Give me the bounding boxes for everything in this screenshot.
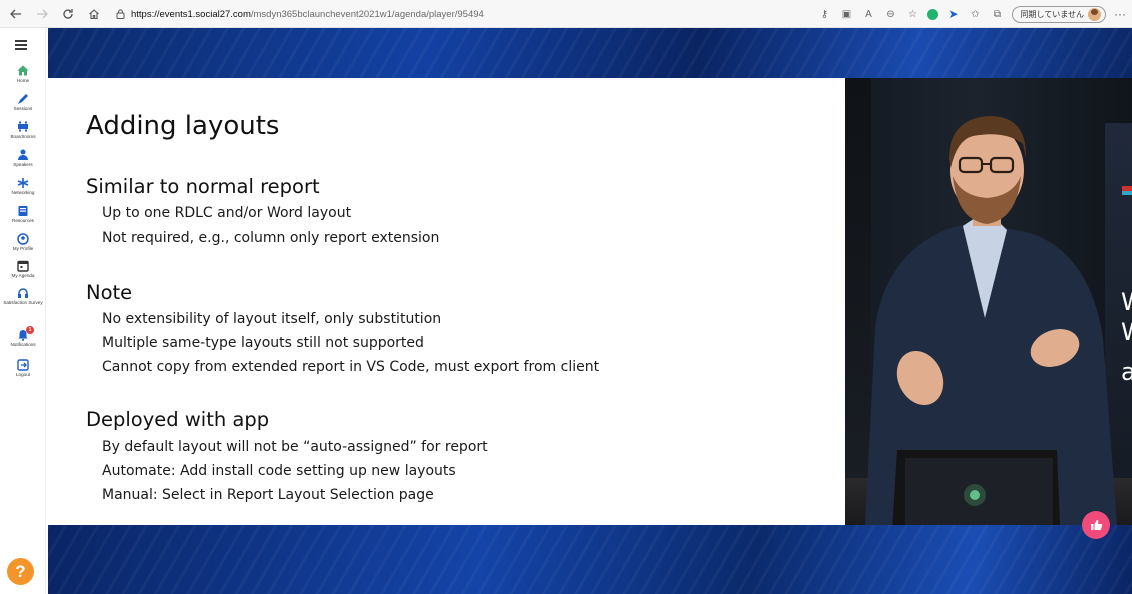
sidebar-item-resources[interactable]: Resources [0,204,46,223]
sidebar-item-label: Logout [15,372,31,377]
back-button[interactable] [6,4,26,24]
section-heading: Deployed with app [86,408,270,431]
sidebar-item-label: My Agenda [11,273,35,278]
boardrooms-icon [17,120,30,133]
notification-count-badge: 1 [26,326,34,334]
more-menu-button[interactable]: ··· [1114,7,1126,21]
refresh-icon [63,8,73,19]
sidebar-item-home[interactable]: Home [0,64,46,83]
url-path: /msdyn365bclaunchevent2021w1/agenda/play… [250,8,484,20]
help-button[interactable]: ? [7,558,34,585]
bullet-item: By default layout will not be “auto-assi… [102,439,488,455]
sidebar-item-my-agenda[interactable]: My Agenda [0,259,46,278]
back-arrow-icon [10,9,21,18]
bullet-item: Cannot copy from extended report in VS C… [102,359,600,375]
key-icon[interactable]: ⚷ [817,7,831,21]
video-player[interactable]: Adding layouts Similar to normal report … [48,28,1132,594]
sidebar-item-label: Sessions [13,106,33,111]
like-button[interactable] [1082,511,1110,539]
forward-arrow-icon [37,9,48,18]
svg-text:a: a [1121,358,1132,386]
sidebar-item-label: My Profile [12,246,34,251]
bullet-item: Not required, e.g., column only report e… [102,230,440,246]
bullet-item: Up to one RDLC and/or Word layout [102,205,352,221]
avatar [1088,7,1101,21]
svg-text:W: W [1121,288,1132,316]
sidebar-item-speakers[interactable]: Speakers [0,148,46,167]
speakers-icon [17,148,30,161]
bullet-item: No extensibility of layout itself, only … [102,311,442,327]
bottom-banner [48,525,1132,594]
hamburger-menu-icon[interactable] [15,40,27,50]
sidebar-item-label: Satisfaction Survey [3,300,43,305]
favorites-icon[interactable]: ✩ [968,7,982,21]
read-aloud-icon[interactable]: A [861,7,875,21]
sidebar-item-label: Speakers [13,162,33,167]
svg-text:W: W [1121,318,1132,346]
home-button[interactable] [84,4,104,24]
zoom-icon[interactable]: ⊖ [883,7,897,21]
logout-icon [17,358,30,371]
presenter-figure: W W a [865,116,1132,525]
bullet-item: Automate: Add install code setting up ne… [102,463,456,479]
toolbar-actions: ⚷ ▣ A ⊖ ☆ ➤ ✩ ⧉ 同期していません ··· [817,4,1126,24]
agenda-icon [17,259,30,272]
bullet-item: Multiple same-type layouts still not sup… [102,335,424,351]
home-icon [17,64,30,77]
slide-title: Adding layouts [86,111,280,141]
favorite-add-icon[interactable]: ☆ [905,7,919,21]
extension-arrow-icon[interactable]: ➤ [946,7,960,21]
survey-icon [17,286,30,299]
bullet-item: Manual: Select in Report Layout Selectio… [102,487,434,503]
browser-toolbar: https://events1.social27.com/msdyn365bcl… [0,0,1132,28]
left-sidebar: Home Sessions Boardrooms Speakers Networ… [0,28,46,594]
sidebar-item-label: Notifications [10,342,36,347]
sidebar-item-label: Resources [12,218,34,223]
sidebar-item-label: Home [16,78,30,83]
resources-icon [17,204,30,217]
url-domain: https://events1.social27.com [131,8,251,20]
extension-green-icon[interactable] [927,8,939,20]
presentation-slide: Adding layouts Similar to normal report … [48,78,845,525]
profile-icon [17,232,30,245]
sidebar-item-label: Networking [11,190,35,195]
presenter-video: W W a [845,78,1132,525]
home-outline-icon [89,8,99,19]
address-bar[interactable]: https://events1.social27.com/msdyn365bcl… [116,5,484,23]
top-banner [48,28,1132,78]
refresh-button[interactable] [58,4,78,24]
sidebar-item-notifications[interactable]: 1 Notifications [0,326,46,347]
profile-sync-button[interactable]: 同期していません [1012,5,1106,23]
sessions-icon [17,92,30,105]
sidebar-item-label: Boardrooms [10,134,36,139]
sidebar-item-my-profile[interactable]: My Profile [0,232,46,251]
thumbs-up-icon [1090,520,1102,530]
sidebar-item-sessions[interactable]: Sessions [0,92,46,111]
sidebar-item-satisfaction-survey[interactable]: Satisfaction Survey [0,286,46,305]
section-heading: Note [86,281,133,304]
networking-icon [17,176,30,189]
section-heading: Similar to normal report [86,175,320,198]
sidebar-item-networking[interactable]: Networking [0,176,46,195]
app-available-icon[interactable]: ▣ [839,7,853,21]
forward-button[interactable] [32,4,52,24]
collections-icon[interactable]: ⧉ [990,7,1004,21]
sync-label: 同期していません [1020,9,1084,19]
lock-icon [116,9,125,19]
sidebar-item-boardrooms[interactable]: Boardrooms [0,120,46,139]
sidebar-item-logout[interactable]: Logout [0,358,46,377]
